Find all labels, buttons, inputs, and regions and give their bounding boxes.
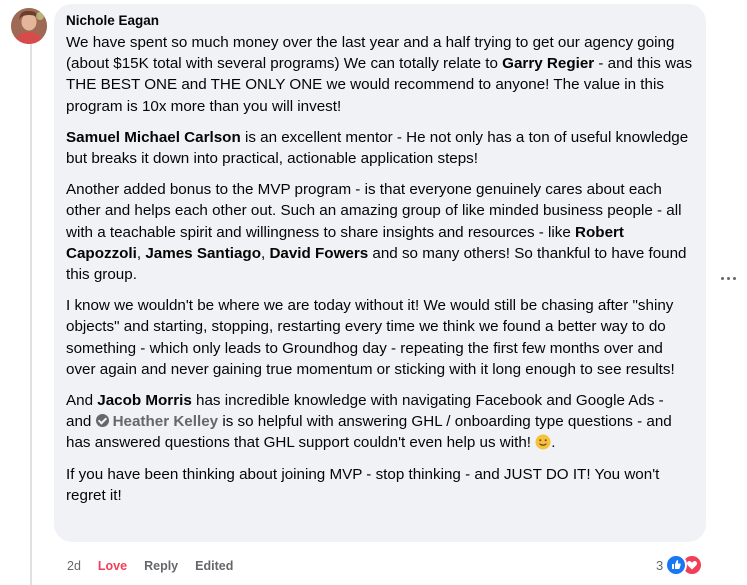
- text: .: [551, 434, 556, 452]
- reaction-count: 3: [656, 557, 664, 573]
- reply-button[interactable]: Reply: [144, 558, 178, 574]
- text: And: [66, 392, 98, 410]
- comment-paragraph-3: Another added bonus to the MVP program -…: [66, 179, 694, 285]
- love-button[interactable]: Love: [98, 558, 127, 574]
- avatar-photo: [11, 8, 47, 44]
- comment-author[interactable]: Nichole Eagan: [66, 12, 694, 29]
- mention-heather-kelley[interactable]: Heather Kelley: [113, 413, 219, 430]
- mention-jacob-morris[interactable]: Jacob Morris: [97, 392, 192, 409]
- text: has incredible knowledge with navigating…: [191, 392, 664, 410]
- comment-actions: 2d Love Reply Edited: [67, 558, 233, 574]
- comment-bubble: Nichole Eagan We have spent so much mone…: [54, 4, 706, 542]
- comment-paragraph-2: Samuel Michael Carlson is an excellent m…: [66, 127, 694, 169]
- text: and: [66, 413, 96, 431]
- more-options-icon[interactable]: [716, 268, 740, 288]
- smiling-face-icon: [535, 434, 551, 450]
- comment-body: We have spent so much money over the las…: [66, 32, 694, 506]
- comment-paragraph-5: And Jacob Morris has incredible knowledg…: [66, 390, 694, 454]
- comment-paragraph-1: We have spent so much money over the las…: [66, 32, 694, 117]
- thread-line: [30, 44, 32, 585]
- comment-paragraph-6: If you have been thinking about joining …: [66, 464, 694, 506]
- comment-paragraph-4: I know we wouldn't be where we are today…: [66, 295, 694, 380]
- reactions-summary[interactable]: 3: [656, 554, 704, 576]
- edited-label[interactable]: Edited: [195, 558, 233, 574]
- text: I know we wouldn't be where we are today…: [66, 297, 675, 378]
- mention-david-fowers[interactable]: David Fowers: [269, 245, 368, 262]
- mention-garry-regier[interactable]: Garry Regier: [502, 55, 594, 72]
- avatar[interactable]: [11, 8, 47, 44]
- mention-james-santiago[interactable]: James Santiago: [145, 245, 261, 262]
- comment-timestamp[interactable]: 2d: [67, 558, 81, 574]
- verified-check-icon: [95, 414, 109, 428]
- text: If you have been thinking about joining …: [66, 465, 660, 504]
- mention-samuel-michael-carlson[interactable]: Samuel Michael Carlson: [66, 129, 241, 146]
- like-icon: [665, 554, 688, 576]
